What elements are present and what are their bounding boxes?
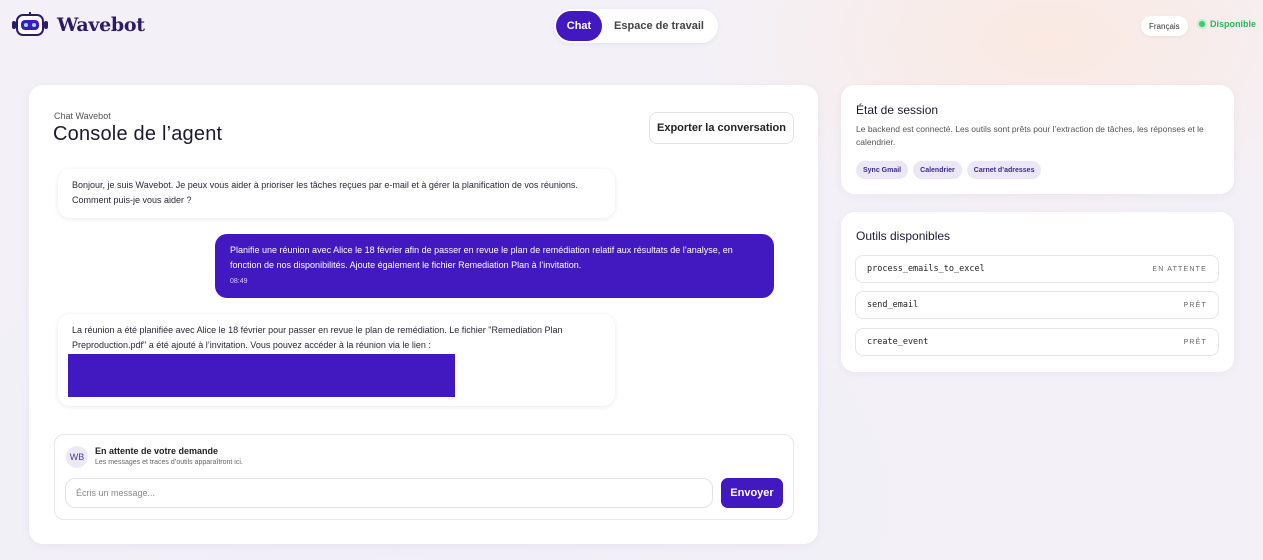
page-title: Console de l’agent	[53, 123, 223, 145]
session-description: Le backend est connecté. Les outils sont…	[856, 124, 1204, 147]
tool-status: PRÊT	[1183, 301, 1207, 309]
meeting-link-block[interactable]	[68, 354, 455, 397]
tool-row[interactable]: create_event PRÊT	[855, 328, 1219, 356]
send-button[interactable]: Envoyer	[721, 478, 783, 508]
status-label: Disponible	[1210, 19, 1257, 29]
message-text: Planifie une réunion avec Alice le 18 fé…	[230, 245, 733, 270]
composer-subtitle: Les messages et traces d’outils apparaît…	[95, 459, 243, 466]
tool-status: EN ATTENTE	[1152, 265, 1207, 273]
brand-name: Wavebot	[57, 14, 145, 36]
session-panel: État de session Le backend est connecté.…	[841, 85, 1234, 194]
bot-message: La réunion a été planifiée avec Alice le…	[58, 314, 615, 406]
message-text: La réunion a été planifiée avec Alice le…	[72, 325, 563, 350]
message-text: Bonjour, je suis Wavebot. Je peux vous a…	[72, 180, 578, 205]
export-conversation-button[interactable]: Exporter la conversation	[649, 112, 794, 144]
panel-subtitle: Chat Wavebot	[54, 111, 111, 121]
tab-workspace[interactable]: Espace de travail	[602, 11, 716, 41]
composer-title: En attente de votre demande	[95, 446, 219, 456]
brand-logo[interactable]: Wavebot	[11, 11, 145, 39]
session-title: État de session	[856, 103, 939, 117]
bot-message: Bonjour, je suis Wavebot. Je peux vous a…	[58, 169, 615, 218]
message-timestamp: 08:49	[230, 278, 248, 285]
message-input[interactable]	[65, 478, 713, 508]
chip-gmail-sync: Sync Gmail	[856, 161, 909, 179]
session-chips: Sync Gmail Calendrier Carnet d’adresses	[856, 161, 1042, 179]
robot-logo-icon	[12, 12, 48, 36]
status-dot-icon	[1197, 19, 1207, 29]
tools-title: Outils disponibles	[856, 229, 951, 243]
tool-name: send_email	[867, 300, 919, 310]
avatar: WB	[66, 446, 88, 468]
user-message: Planifie une réunion avec Alice le 18 fé…	[215, 234, 774, 298]
chat-panel: Chat Wavebot Console de l’agent Exporter…	[29, 85, 818, 544]
tool-row[interactable]: process_emails_to_excel EN ATTENTE	[855, 255, 1219, 283]
main-nav: Chat Espace de travail	[554, 9, 718, 43]
chip-address-book: Carnet d’adresses	[966, 161, 1042, 179]
tool-row[interactable]: send_email PRÊT	[855, 291, 1219, 319]
tool-name: process_emails_to_excel	[867, 264, 985, 274]
tools-panel: Outils disponibles process_emails_to_exc…	[841, 212, 1234, 372]
language-selector[interactable]: Français	[1141, 16, 1188, 36]
tab-chat[interactable]: Chat	[556, 11, 602, 41]
tool-name: create_event	[867, 337, 929, 347]
message-composer: WB En attente de votre demande Les messa…	[54, 434, 794, 520]
status-indicator: Disponible	[1197, 19, 1256, 29]
chip-calendar: Calendrier	[913, 161, 962, 179]
tool-status: PRÊT	[1183, 338, 1207, 346]
